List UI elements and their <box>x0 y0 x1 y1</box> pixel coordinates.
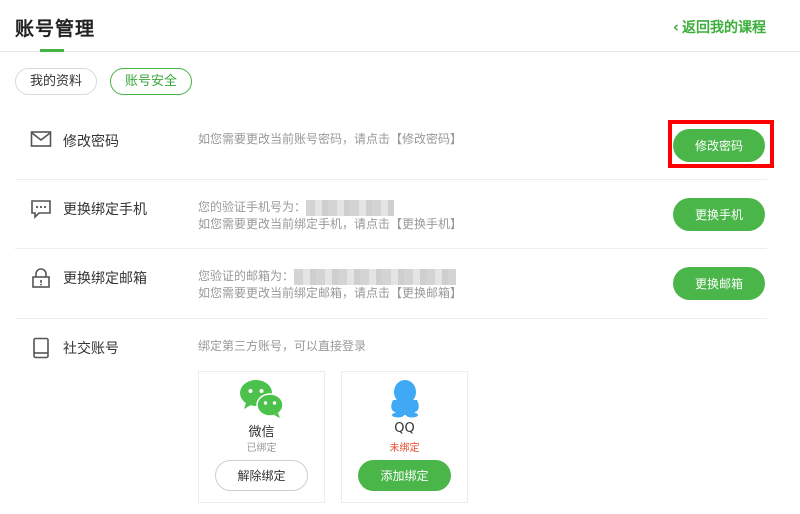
qq-icon <box>390 380 419 418</box>
row-description: 您验证的邮箱为： 如您需要更改当前绑定邮箱，请点击【更换邮箱】 <box>198 268 463 300</box>
social-name: QQ <box>394 421 415 436</box>
lock-icon <box>32 268 50 288</box>
social-status: 未绑定 <box>389 443 420 454</box>
row-description: 如您需要更改当前账号密码，请点击【修改密码】 <box>198 132 463 146</box>
social-name: 微信 <box>248 425 275 440</box>
page-title: 账号管理 <box>15 18 96 40</box>
masked-phone <box>306 199 395 216</box>
row-change-phone: 更换绑定手机 您的验证手机号为： 如您需要更改当前绑定手机，请点击【更换手机】 … <box>15 180 767 249</box>
row-change-email: 更换绑定邮箱 您验证的邮箱为： 如您需要更改当前绑定邮箱，请点击【更换邮箱】 更… <box>15 249 767 319</box>
row-label: 修改密码 <box>63 134 119 150</box>
tab-account-security[interactable]: 账号安全 <box>110 68 193 95</box>
change-email-button[interactable]: 更换邮箱 <box>672 267 765 300</box>
change-phone-button[interactable]: 更换手机 <box>672 198 765 231</box>
social-status: 已绑定 <box>246 443 277 454</box>
tab-profile[interactable]: 我的资料 <box>15 68 98 95</box>
row-label: 更换绑定手机 <box>63 202 147 218</box>
page-header: 账号管理 ‹ 返回我的课程 <box>0 0 800 52</box>
row-social-accounts: 社交账号 绑定第三方账号，可以直接登录 微信 已绑定 解除绑定 QQ 未绑定 添… <box>15 319 767 509</box>
title-underline <box>40 49 64 52</box>
row-label: 更换绑定邮箱 <box>63 271 147 287</box>
message-icon <box>31 200 51 219</box>
back-link-label: 返回我的课程 <box>682 20 766 36</box>
back-to-courses-link[interactable]: ‹ 返回我的课程 <box>673 17 766 37</box>
highlight-box <box>668 120 774 168</box>
social-cards: 微信 已绑定 解除绑定 QQ 未绑定 添加绑定 <box>198 371 468 503</box>
wechat-icon <box>239 380 284 418</box>
tablet-icon <box>33 337 49 359</box>
social-card-qq: QQ 未绑定 添加绑定 <box>341 371 468 503</box>
tab-bar: 我的资料 账号安全 <box>15 68 193 95</box>
row-description: 您的验证手机号为： 如您需要更改当前绑定手机，请点击【更换手机】 <box>198 199 463 231</box>
social-card-wechat: 微信 已绑定 解除绑定 <box>198 371 325 503</box>
row-description: 绑定第三方账号，可以直接登录 <box>198 339 367 353</box>
mail-icon <box>30 131 52 147</box>
bind-qq-button[interactable]: 添加绑定 <box>358 460 451 491</box>
masked-email <box>294 268 457 285</box>
unbind-wechat-button[interactable]: 解除绑定 <box>215 460 308 491</box>
row-label: 社交账号 <box>63 341 119 357</box>
chevron-left-icon: ‹ <box>672 18 679 36</box>
row-change-password: 修改密码 如您需要更改当前账号密码，请点击【修改密码】 修改密码 <box>15 112 774 180</box>
